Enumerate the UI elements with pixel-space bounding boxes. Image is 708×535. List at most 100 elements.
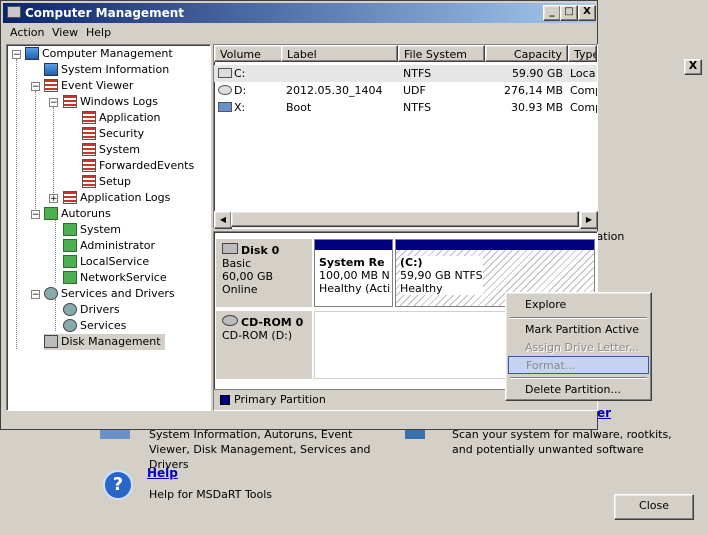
volume-row[interactable]: C: NTFS 59.90 GB Loca — [214, 65, 597, 82]
disk-icon — [222, 243, 238, 254]
event-viewer-icon — [44, 79, 58, 92]
tree-item-system-log[interactable]: System — [82, 142, 140, 158]
tree-item-label: System — [80, 223, 122, 236]
tree-item-windows-logs[interactable]: Windows Logs — [63, 94, 158, 110]
tree-line — [16, 59, 17, 349]
partition-name: System Re — [319, 256, 385, 269]
close-button[interactable]: Close — [614, 494, 694, 520]
tree-item-label: Application Logs — [80, 191, 171, 204]
autoruns-icon — [63, 239, 77, 252]
scrollbar-thumb[interactable] — [231, 211, 579, 227]
maximize-button[interactable]: □ — [560, 5, 578, 21]
volume-type: Comp — [570, 84, 597, 97]
menu-item-explore[interactable]: Explore — [508, 296, 649, 314]
volume-row[interactable]: D: 2012.05.30_1404 UDF 276,14 MB Comp — [214, 82, 597, 99]
menu-item-delete-partition[interactable]: Delete Partition... — [508, 381, 649, 399]
log-icon — [82, 159, 96, 172]
close-window-button[interactable]: X — [578, 5, 596, 21]
volume-row[interactable]: X: Boot NTFS 30.93 MB Comp — [214, 99, 597, 116]
tree-item-autoruns-system[interactable]: System — [63, 222, 121, 238]
column-header-volume[interactable]: Volume — [214, 45, 283, 62]
tree-item-label: Autoruns — [61, 207, 111, 220]
menu-item-format[interactable]: Format... — [508, 356, 649, 374]
column-header-type[interactable]: Type — [568, 45, 597, 62]
scanner-description: Scan your system for malware, rootkits, … — [452, 428, 672, 456]
gear-icon — [63, 319, 77, 332]
column-header-capacity[interactable]: Capacity — [485, 45, 568, 62]
volume-fs: NTFS — [403, 67, 432, 80]
partition-size: 59,90 GB NTFS — [400, 269, 483, 282]
tree-item-system-information[interactable]: System Information — [44, 62, 169, 78]
collapse-expander[interactable]: − — [31, 210, 40, 220]
tree-item-networkservice[interactable]: NetworkService — [63, 270, 167, 286]
volume-label: Boot — [286, 101, 312, 114]
gears-icon — [44, 287, 58, 300]
tree-item-drivers[interactable]: Drivers — [63, 302, 120, 318]
tree-item-localservice[interactable]: LocalService — [63, 254, 149, 270]
autoruns-icon — [63, 223, 77, 236]
folder-icon — [63, 95, 77, 108]
menu-item-assign-drive-letter[interactable]: Assign Drive Letter... — [508, 339, 649, 357]
volume-list: Volume Label File System Capacity Type C… — [213, 44, 598, 229]
scroll-right-button[interactable]: ▶ — [580, 211, 598, 229]
tree-item-label: Drivers — [80, 303, 120, 316]
tree-item-administrator[interactable]: Administrator — [63, 238, 155, 254]
column-header-file-system[interactable]: File System — [398, 45, 485, 62]
menu-item-mark-partition-active[interactable]: Mark Partition Active — [508, 321, 649, 339]
volume-fs: UDF — [403, 84, 426, 97]
disk0-name: Disk 0 — [241, 244, 280, 257]
bg-window-close-button[interactable]: X — [684, 59, 702, 75]
cdrom0-device: CD-ROM (D:) — [222, 329, 293, 342]
window-title: Computer Management — [25, 6, 184, 20]
partition-system-reserved[interactable]: System Re 100,00 MB N Healthy (Acti — [314, 239, 393, 307]
tree-item-forwarded-events[interactable]: ForwardedEvents — [82, 158, 194, 174]
tree-item-application-logs[interactable]: Application Logs — [63, 190, 170, 206]
menu-action[interactable]: Action — [10, 26, 44, 39]
collapse-expander[interactable]: − — [31, 290, 40, 300]
help-link[interactable]: Help — [147, 466, 178, 480]
tree-item-label: Windows Logs — [80, 95, 158, 108]
scroll-left-button[interactable]: ◀ — [214, 211, 232, 229]
menu-bar: Action View Help — [3, 24, 595, 42]
tree-item-disk-management[interactable]: Disk Management — [44, 334, 165, 350]
help-icon[interactable]: ? — [103, 470, 133, 500]
tree-item-security[interactable]: Security — [82, 126, 144, 142]
collapse-expander[interactable]: − — [49, 98, 58, 108]
disk0-kind: Basic — [222, 257, 252, 270]
expand-expander[interactable]: + — [49, 194, 58, 204]
minimize-button[interactable]: _ — [543, 5, 561, 21]
horizontal-scrollbar[interactable]: ◀ ▶ — [214, 211, 598, 229]
tree-item-event-viewer[interactable]: Event Viewer — [44, 78, 133, 94]
cdrom0-info[interactable]: CD-ROM 0 CD-ROM (D:) — [216, 311, 312, 379]
partition-name: (C:) — [400, 256, 423, 269]
volume-fs: NTFS — [403, 101, 432, 114]
tree-item-autoruns[interactable]: Autoruns — [44, 206, 111, 222]
volume-type: Comp — [570, 101, 597, 114]
tree-item-label: Security — [99, 127, 145, 140]
tree-item-computer-management[interactable]: Computer Management — [25, 46, 173, 62]
volume-capacity: 59.90 GB — [511, 67, 563, 80]
menu-help[interactable]: Help — [86, 26, 111, 39]
collapse-expander[interactable]: − — [31, 82, 40, 92]
gear-icon — [63, 303, 77, 316]
partition-context-menu: Explore Mark Partition Active Assign Dri… — [505, 292, 652, 401]
disk0-status: Online — [222, 283, 258, 296]
bg-link-fragment[interactable]: er — [597, 406, 611, 420]
collapse-expander[interactable]: − — [12, 50, 21, 60]
menu-view[interactable]: View — [52, 26, 78, 39]
tree-item-services-and-drivers[interactable]: Services and Drivers — [44, 286, 175, 302]
log-icon — [82, 127, 96, 140]
disk0-info[interactable]: Disk 0 Basic 60,00 GB Online — [216, 239, 312, 307]
tree-item-application[interactable]: Application — [82, 110, 160, 126]
disk0-size: 60,00 GB — [222, 270, 274, 283]
folder-icon — [63, 191, 77, 204]
computer-management-icon — [7, 6, 21, 18]
column-header-label[interactable]: Label — [281, 45, 398, 62]
volume-name: D: — [234, 84, 247, 97]
tree-item-services[interactable]: Services — [63, 318, 126, 334]
tree-item-setup[interactable]: Setup — [82, 174, 131, 190]
partition-header-bar — [315, 240, 392, 250]
tree-item-label: Disk Management — [61, 335, 161, 348]
title-bar[interactable]: Computer Management _ □ X — [3, 3, 596, 23]
log-icon — [82, 143, 96, 156]
